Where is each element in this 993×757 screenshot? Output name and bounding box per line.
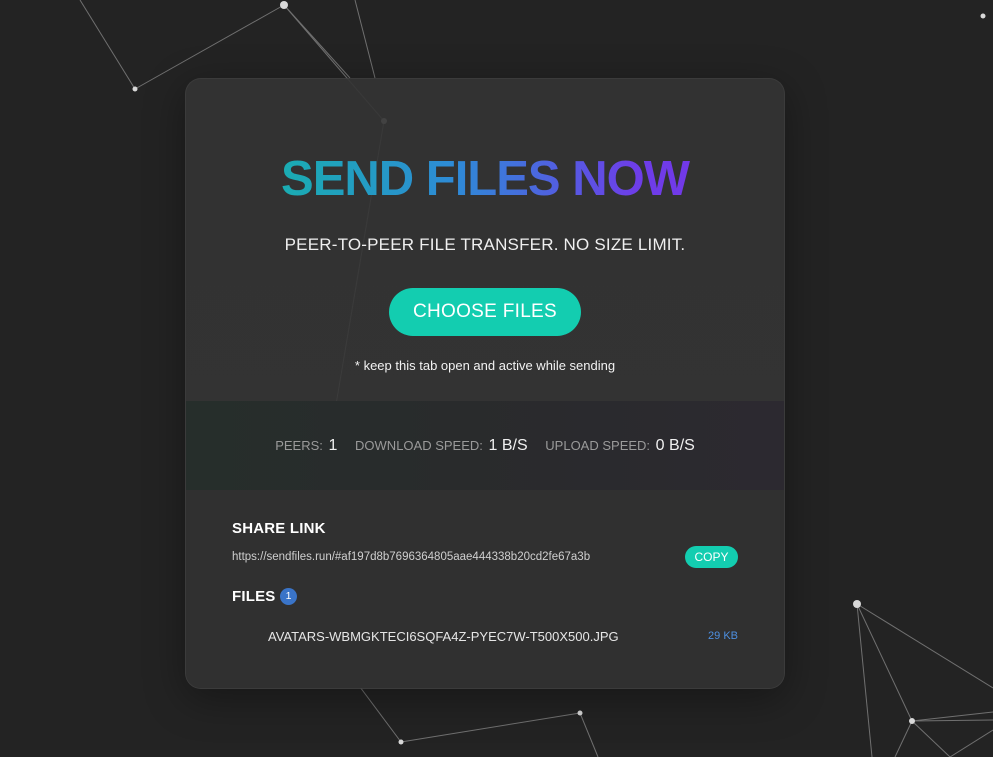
download-speed-stat: DOWNLOAD SPEED: 1 B/S [355, 401, 528, 490]
file-size: 29 KB [708, 630, 738, 642]
share-link-url[interactable]: https://sendfiles.run/#af197d8b769636480… [232, 551, 590, 563]
hero-section: SEND FILES NOW PEER-TO-PEER FILE TRANSFE… [186, 79, 784, 401]
send-files-card: SEND FILES NOW PEER-TO-PEER FILE TRANSFE… [185, 78, 785, 689]
page-background: SEND FILES NOW PEER-TO-PEER FILE TRANSFE… [0, 0, 993, 757]
file-name: AVATARS-WBMGKTECI6SQFA4Z-PYEC7W-T500X500… [268, 629, 619, 644]
keep-tab-open-hint: * keep this tab open and active while se… [354, 358, 616, 373]
files-count-badge: 1 [280, 588, 297, 605]
choose-files-button[interactable]: CHOOSE FILES [389, 288, 581, 336]
copy-link-button[interactable]: COPY [685, 546, 738, 568]
upload-speed-stat: UPLOAD SPEED: 0 B/S [545, 401, 695, 490]
peers-stat: PEERS: 1 [275, 401, 337, 490]
upload-speed-value: 0 B/S [655, 437, 695, 454]
tagline: PEER-TO-PEER FILE TRANSFER. NO SIZE LIMI… [284, 235, 686, 254]
share-section: SHARE LINK https://sendfiles.run/#af197d… [186, 490, 784, 688]
download-speed-label: DOWNLOAD SPEED: [355, 438, 483, 453]
files-heading: FILES [232, 588, 276, 605]
download-speed-value: 1 B/S [488, 437, 528, 454]
file-list-item: AVATARS-WBMGKTECI6SQFA4Z-PYEC7W-T500X500… [268, 629, 738, 647]
peers-label: PEERS: [275, 438, 323, 453]
peers-value: 1 [328, 437, 338, 454]
upload-speed-label: UPLOAD SPEED: [545, 438, 651, 453]
share-link-heading: SHARE LINK [232, 520, 326, 537]
page-title: SEND FILES NOW [186, 151, 784, 207]
transfer-stats-bar: PEERS: 1 DOWNLOAD SPEED: 1 B/S UPLOAD SP… [186, 401, 784, 490]
